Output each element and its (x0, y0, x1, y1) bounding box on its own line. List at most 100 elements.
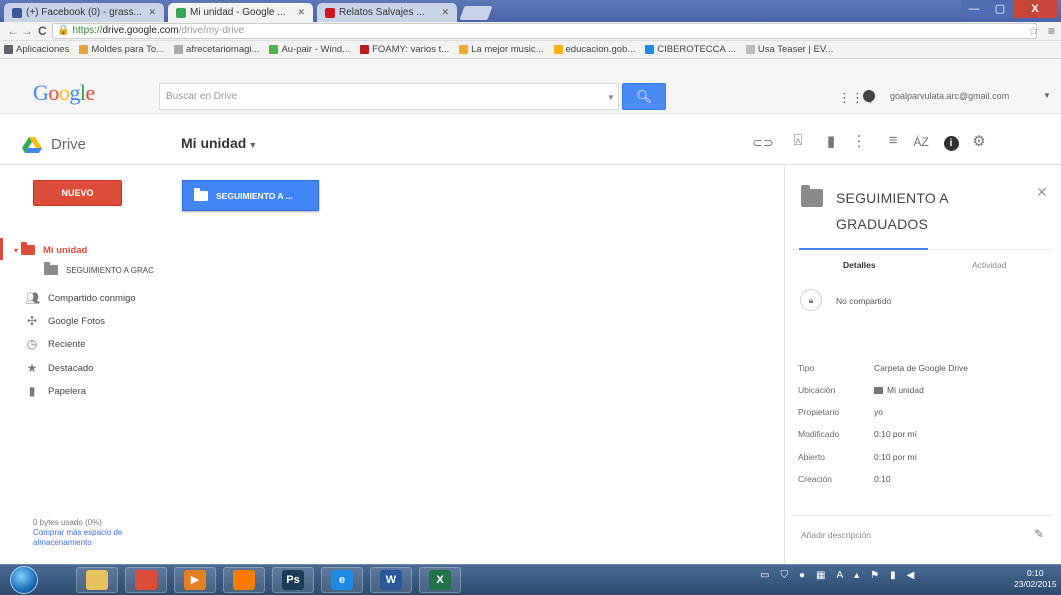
google-logo[interactable]: Google (33, 80, 95, 106)
tray-shield-icon[interactable]: ⛉ (780, 570, 788, 581)
settings-icon[interactable]: ⚙ (969, 132, 989, 150)
active-tab-underline (799, 248, 928, 250)
notifications-icon[interactable] (863, 90, 875, 102)
close-icon[interactable]: ✕ (1036, 184, 1048, 201)
excel-taskbar-button[interactable]: X (419, 567, 461, 593)
sidebar-item-label: Destacado (48, 362, 94, 374)
ie-taskbar-button[interactable]: e (321, 567, 363, 593)
sidebar-item-recent[interactable]: ◷ Reciente (25, 334, 86, 354)
trash-icon: ▮ (28, 384, 36, 398)
sort-icon[interactable]: ÁZ (911, 135, 931, 149)
tab-activity[interactable]: Actividad (972, 260, 1007, 270)
bookmark-item[interactable]: educacion.gob... (550, 44, 642, 55)
bookmark-item[interactable]: Usa Teaser | EV... (742, 44, 839, 55)
sidebar-item-photos[interactable]: ✣ Google Fotos (25, 311, 105, 331)
taskbar-clock[interactable]: 0:10 23/02/2015 (1014, 568, 1057, 590)
word-icon: W (380, 570, 402, 590)
tray-language-icon[interactable]: A (836, 570, 843, 581)
tray-flag-icon[interactable]: ⚑ (870, 570, 879, 581)
bookmark-item[interactable]: Moldes para To... (75, 44, 170, 55)
firefox-taskbar-button[interactable] (223, 567, 265, 593)
tray-grid-icon[interactable]: ▦ (816, 570, 825, 581)
bookmark-item[interactable]: CIBEROTECCA ... (641, 44, 742, 55)
folder-icon (801, 185, 823, 207)
bookmark-favicon-icon (645, 45, 655, 54)
new-button[interactable]: NUEVO (33, 180, 122, 206)
logo-letter: g (69, 80, 80, 105)
folder-explorer-taskbar-button[interactable] (76, 567, 118, 593)
sidebar-item-shared[interactable]: 👥︎ Compartido conmigo (25, 288, 136, 308)
account-caret-icon[interactable]: ▼ (1043, 91, 1051, 100)
search-input[interactable]: Buscar en Drive (159, 83, 619, 110)
account-email[interactable]: goalparvulata.arc@gmail.com (890, 91, 1009, 101)
word-taskbar-button[interactable]: W (370, 567, 412, 593)
browser-tab-relatos[interactable]: Relatos Salvajes ... ✕ (317, 3, 457, 22)
pinwheel-icon: ✣ (26, 314, 38, 328)
forward-arrow-icon[interactable]: → (20, 24, 34, 38)
expand-caret-icon[interactable]: ▾ (14, 246, 18, 255)
logo-letter: e (85, 80, 96, 105)
relatos-favicon-icon (325, 7, 335, 18)
list-view-icon[interactable]: ≡ (883, 132, 903, 149)
sidebar-item-trash[interactable]: ▮ Papelera (25, 381, 86, 401)
browser-tab-facebook[interactable]: (+) Facebook (0) - grass... ✕ (4, 3, 164, 22)
back-arrow-icon[interactable]: ← (6, 24, 20, 38)
excel-icon: X (429, 570, 451, 590)
start-button[interactable] (10, 566, 38, 594)
bookmark-label: Au-pair - Wind... (281, 44, 351, 55)
url-field[interactable]: 🔒 https://drive.google.com/drive/my-drive (52, 23, 1037, 39)
more-vert-icon[interactable]: ⋮ (849, 132, 869, 150)
tray-volume-icon[interactable]: ◀ (907, 570, 915, 581)
people-icon: 👥︎ (25, 291, 41, 305)
bookmark-star-icon[interactable]: ☆ (1028, 24, 1039, 38)
tray-arrow-icon[interactable]: ▴ (854, 570, 859, 581)
close-window-button[interactable]: X (1013, 0, 1057, 18)
sidebar-item-starred[interactable]: ★ Destacado (25, 358, 94, 378)
browser-menu-icon[interactable]: ≡ (1048, 24, 1055, 38)
close-tab-icon[interactable]: ✕ (297, 7, 305, 18)
reload-icon[interactable]: C (38, 24, 47, 38)
folder-tile[interactable]: SEGUIMIENTO A ... (182, 180, 319, 211)
detail-value: Carpeta de Google Drive (874, 363, 969, 373)
search-button[interactable]: 🔍︎ (622, 83, 666, 110)
info-icon[interactable]: i (941, 133, 961, 151)
pencil-icon[interactable]: ✎ (1034, 527, 1044, 541)
bookmark-item[interactable]: afrecetariomagi... (170, 44, 265, 55)
lock-icon: 🔒︎ (800, 289, 822, 311)
sidebar-item-seguimiento[interactable]: SEGUIMIENTO A GRAC (44, 260, 154, 280)
clock-time: 0:10 (1027, 568, 1044, 578)
folder-icon (44, 262, 58, 275)
browser-tab-drive[interactable]: Mi unidad - Google ... ✕ (168, 3, 313, 22)
breadcrumb[interactable]: Mi unidad ▼ (181, 135, 257, 151)
firefox-icon (233, 570, 255, 590)
detail-value: 0:10 (874, 474, 891, 484)
tray-globe-icon[interactable]: ● (799, 570, 805, 581)
trash-icon[interactable]: ▮ (821, 132, 841, 150)
bookmark-item[interactable]: FOAMY: varios t... (356, 44, 455, 55)
chrome-taskbar-button[interactable] (125, 567, 167, 593)
drive-app-name[interactable]: Drive (51, 136, 86, 153)
tray-network-icon[interactable]: ▮ (890, 570, 896, 581)
maximize-button[interactable]: ▢ (987, 0, 1013, 18)
photoshop-taskbar-button[interactable]: Ps (272, 567, 314, 593)
media-player-taskbar-button[interactable]: ▶ (174, 567, 216, 593)
new-tab-button[interactable] (459, 6, 493, 20)
search-options-caret-icon[interactable]: ▼ (607, 93, 615, 102)
close-tab-icon[interactable]: ✕ (441, 7, 449, 18)
bookmark-item[interactable]: La mejor music... (455, 44, 549, 55)
detail-key: Creación (798, 474, 833, 484)
tray-keyboard-icon[interactable]: ▭ (760, 570, 769, 581)
add-description-field[interactable]: Añadir descripción (801, 530, 871, 540)
close-tab-icon[interactable]: ✕ (148, 7, 156, 18)
bookmark-label: FOAMY: varios t... (372, 44, 450, 55)
buy-storage-link[interactable]: Comprar más espacio de almacenamiento (33, 528, 138, 548)
add-person-icon[interactable]: ⍓ (788, 132, 808, 149)
bookmark-item[interactable]: Au-pair - Wind... (265, 44, 356, 55)
tab-details[interactable]: Detalles (843, 260, 876, 270)
active-indicator (0, 238, 3, 260)
link-icon[interactable]: ⊂⊃ (752, 135, 774, 151)
bookmark-item[interactable]: Aplicaciones (0, 44, 75, 55)
minimize-button[interactable]: — (961, 0, 987, 18)
detail-value[interactable]: Mi unidad (887, 385, 924, 395)
sidebar-item-my-drive[interactable]: ▾ Mi unidad (14, 240, 87, 260)
